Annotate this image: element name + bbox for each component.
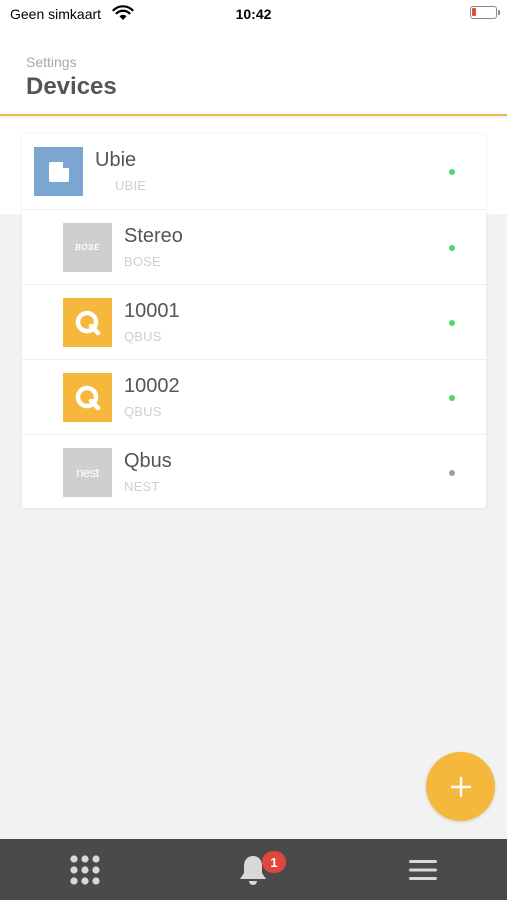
device-brand: QBUS	[124, 404, 162, 419]
nest-logo-icon: nest	[63, 448, 112, 497]
grid-icon	[70, 854, 100, 885]
device-brand: BOSE	[124, 254, 161, 269]
qbus-logo-icon	[63, 298, 112, 347]
header: Settings Devices	[0, 28, 507, 116]
tab-dashboard[interactable]	[45, 839, 125, 900]
device-name: Ubie	[95, 149, 137, 171]
device-brand: QBUS	[124, 329, 162, 344]
device-name: Qbus	[124, 450, 172, 472]
device-name: 10001	[124, 300, 180, 322]
device-name: 10002	[124, 375, 180, 397]
device-row-10001[interactable]: 10001 QBUS	[22, 284, 486, 359]
bose-logo-icon: BOSE	[63, 223, 112, 272]
status-bar: Geen simkaart 10:42	[0, 0, 507, 28]
status-indicator-online	[449, 395, 455, 401]
ubie-icon	[34, 147, 83, 196]
tab-menu[interactable]	[383, 839, 463, 900]
status-indicator-online	[449, 169, 455, 175]
device-row-ubie[interactable]: Ubie UBIE	[22, 134, 486, 209]
notification-count-badge: 1	[262, 851, 286, 873]
device-row-10002[interactable]: 10002 QBUS	[22, 359, 486, 434]
bottom-tab-bar	[0, 839, 507, 900]
device-list: Ubie UBIE BOSE Stereo BOSE 10001 QBUS 10	[22, 134, 486, 508]
breadcrumb[interactable]: Settings	[26, 54, 77, 70]
add-device-button[interactable]	[426, 752, 495, 821]
status-indicator-online	[449, 320, 455, 326]
device-brand: UBIE	[115, 178, 147, 193]
clock: 10:42	[235, 6, 272, 22]
plus-icon	[450, 776, 471, 797]
device-brand: NEST	[124, 479, 160, 494]
page-title: Devices	[26, 73, 117, 100]
device-name: Stereo	[124, 225, 183, 247]
qbus-logo-icon	[63, 373, 112, 422]
device-row-qbus[interactable]: nest Qbus NEST	[22, 434, 486, 509]
battery-icon	[470, 6, 500, 19]
hamburger-menu-icon	[409, 859, 437, 880]
device-row-stereo[interactable]: BOSE Stereo BOSE	[22, 209, 486, 284]
status-indicator-online	[449, 245, 455, 251]
status-indicator-offline	[449, 470, 455, 476]
